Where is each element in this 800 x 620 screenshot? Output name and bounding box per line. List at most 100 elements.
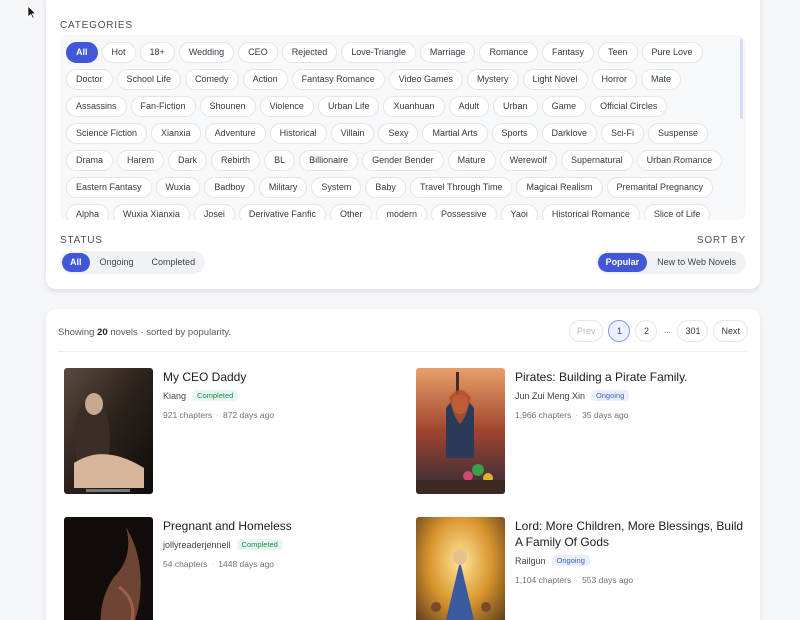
last-page-button[interactable]: 301 (677, 320, 709, 342)
category-chip-alpha[interactable]: Alpha (66, 204, 110, 220)
category-chip-teen[interactable]: Teen (597, 42, 638, 63)
category-chip-martial-arts[interactable]: Martial Arts (422, 123, 488, 144)
sort-popular-button[interactable]: Popular (597, 253, 648, 272)
status-all-button[interactable]: All (62, 253, 90, 272)
status-completed-button[interactable]: Completed (144, 253, 204, 272)
category-chip-werewolf[interactable]: Werewolf (499, 150, 558, 171)
category-chip-darklove[interactable]: Darklove (541, 123, 598, 144)
category-chip-doctor[interactable]: Doctor (66, 69, 113, 90)
category-chip-hot[interactable]: Hot (101, 42, 136, 63)
category-chip-xianxia[interactable]: Xianxia (151, 123, 201, 144)
category-chip-light-novel[interactable]: Light Novel (522, 69, 588, 90)
prev-page-button[interactable]: Prev (568, 320, 604, 342)
page-2-button[interactable]: 2 (635, 320, 658, 342)
category-chip-baby[interactable]: Baby (365, 177, 406, 198)
category-chip-system[interactable]: System (311, 177, 362, 198)
category-chip-fantasy[interactable]: Fantasy (541, 42, 594, 63)
category-chip-wuxia[interactable]: Wuxia (155, 177, 201, 198)
novel-cover[interactable] (64, 517, 153, 620)
novel-cover[interactable] (64, 368, 153, 494)
category-chip-18[interactable]: 18+ (139, 42, 175, 63)
filter-panel: CATEGORIES All Hot 18+ Wedding CEO Rejected Lo… (46, 0, 760, 289)
page-1-button[interactable]: 1 (608, 320, 631, 342)
novel-meta: Kiang Completed (163, 390, 239, 401)
category-chip-gender-bender[interactable]: Gender Bender (362, 150, 444, 171)
novel-author[interactable]: Kiang (163, 391, 186, 401)
category-chip-premarital-pregnancy[interactable]: Premarital Pregnancy (606, 177, 714, 198)
category-chip-wedding[interactable]: Wedding (178, 42, 235, 63)
novel-title[interactable]: Pirates: Building a Pirate Family. (515, 369, 747, 385)
category-chip-mature[interactable]: Mature (447, 150, 496, 171)
category-chip-drama[interactable]: Drama (66, 150, 114, 171)
category-chip-billionaire[interactable]: Billionaire (299, 150, 359, 171)
category-chip-ceo[interactable]: CEO (238, 42, 278, 63)
novel-cover[interactable] (416, 368, 505, 494)
category-chip-action[interactable]: Action (242, 69, 288, 90)
novel-author[interactable]: jollyreaderjennell (163, 540, 231, 550)
status-ongoing-button[interactable]: Ongoing (92, 253, 142, 272)
category-chip-love-triangle[interactable]: Love-Triangle (341, 42, 416, 63)
category-chip-suspense[interactable]: Suspense (648, 123, 709, 144)
category-chip-official-circles[interactable]: Official Circles (590, 96, 668, 117)
category-chip-rejected[interactable]: Rejected (281, 42, 338, 63)
category-chip-fantasy-romance[interactable]: Fantasy Romance (291, 69, 385, 90)
category-chip-supernatural[interactable]: Supernatural (561, 150, 633, 171)
category-chip-marriage[interactable]: Marriage (419, 42, 476, 63)
category-chip-urban-life[interactable]: Urban Life (317, 96, 380, 117)
category-chip-derivative-fanfic[interactable]: Derivative Fanfic (238, 204, 326, 220)
novel-author[interactable]: Jun Zui Meng Xin (515, 391, 585, 401)
category-chip-badboy[interactable]: Badboy (204, 177, 255, 198)
category-chip-sports[interactable]: Sports (491, 123, 538, 144)
category-chip-slice-of-life[interactable]: Slice of Life (643, 204, 711, 220)
category-chip-adventure[interactable]: Adventure (204, 123, 266, 144)
category-chip-other[interactable]: Other (329, 204, 373, 220)
category-list[interactable]: All Hot 18+ Wedding CEO Rejected Love-Triangle… (60, 35, 746, 220)
category-chip-historical[interactable]: Historical (269, 123, 327, 144)
category-chip-historical-romance[interactable]: Historical Romance (541, 204, 640, 220)
category-chip-josei[interactable]: Josei (193, 204, 235, 220)
category-chip-possessive[interactable]: Possessive (430, 204, 497, 220)
category-chip-travel-through-time[interactable]: Travel Through Time (409, 177, 513, 198)
category-chip-pure-love[interactable]: Pure Love (641, 42, 703, 63)
novel-meta: Jun Zui Meng Xin Ongoing (515, 390, 630, 401)
category-chip-comedy[interactable]: Comedy (185, 69, 239, 90)
category-chip-harem[interactable]: Harem (117, 150, 165, 171)
category-chip-science-fiction[interactable]: Science Fiction (66, 123, 148, 144)
category-chip-eastern-fantasy[interactable]: Eastern Fantasy (66, 177, 152, 198)
sort-new-button[interactable]: New to Web Novels (649, 253, 744, 272)
category-chip-dark[interactable]: Dark (168, 150, 208, 171)
category-chip-shounen[interactable]: Shounen (199, 96, 256, 117)
category-chip-villain[interactable]: Villain (330, 123, 375, 144)
category-chip-romance[interactable]: Romance (479, 42, 538, 63)
novel-title[interactable]: Lord: More Children, More Blessings, Bui… (515, 518, 747, 550)
category-chip-bl[interactable]: BL (264, 150, 296, 171)
category-chip-wuxia-xianxia[interactable]: Wuxia Xianxia (113, 204, 190, 220)
category-chip-magical-realism[interactable]: Magical Realism (516, 177, 603, 198)
category-scrollbar[interactable] (740, 39, 743, 119)
next-page-button[interactable]: Next (713, 320, 748, 342)
category-chip-game[interactable]: Game (541, 96, 587, 117)
novel-author[interactable]: Railgun (515, 556, 546, 566)
category-chip-sci-fi[interactable]: Sci-Fi (601, 123, 645, 144)
category-chip-school-life[interactable]: School Life (116, 69, 182, 90)
category-chip-assassins[interactable]: Assassins (66, 96, 127, 117)
novel-title[interactable]: My CEO Daddy (163, 369, 395, 385)
category-chip-violence[interactable]: Violence (259, 96, 314, 117)
novel-cover[interactable] (416, 517, 505, 620)
category-chip-sexy[interactable]: Sexy (378, 123, 419, 144)
category-chip-xuanhuan[interactable]: Xuanhuan (383, 96, 445, 117)
category-chip-urban-romance[interactable]: Urban Romance (636, 150, 723, 171)
category-chip-military[interactable]: Military (258, 177, 308, 198)
category-chip-all[interactable]: All (66, 42, 98, 63)
category-chip-rebirth[interactable]: Rebirth (211, 150, 261, 171)
category-chip-adult[interactable]: Adult (448, 96, 490, 117)
category-chip-urban[interactable]: Urban (493, 96, 538, 117)
category-chip-horror[interactable]: Horror (591, 69, 638, 90)
category-chip-mate[interactable]: Mate (641, 69, 682, 90)
novel-title[interactable]: Pregnant and Homeless (163, 518, 395, 534)
category-chip-video-games[interactable]: Video Games (388, 69, 463, 90)
category-chip-mystery[interactable]: Mystery (467, 69, 519, 90)
category-chip-yaoi[interactable]: Yaoi (500, 204, 538, 220)
category-chip-modern[interactable]: modern (376, 204, 427, 220)
category-chip-fan-fiction[interactable]: Fan-Fiction (130, 96, 196, 117)
